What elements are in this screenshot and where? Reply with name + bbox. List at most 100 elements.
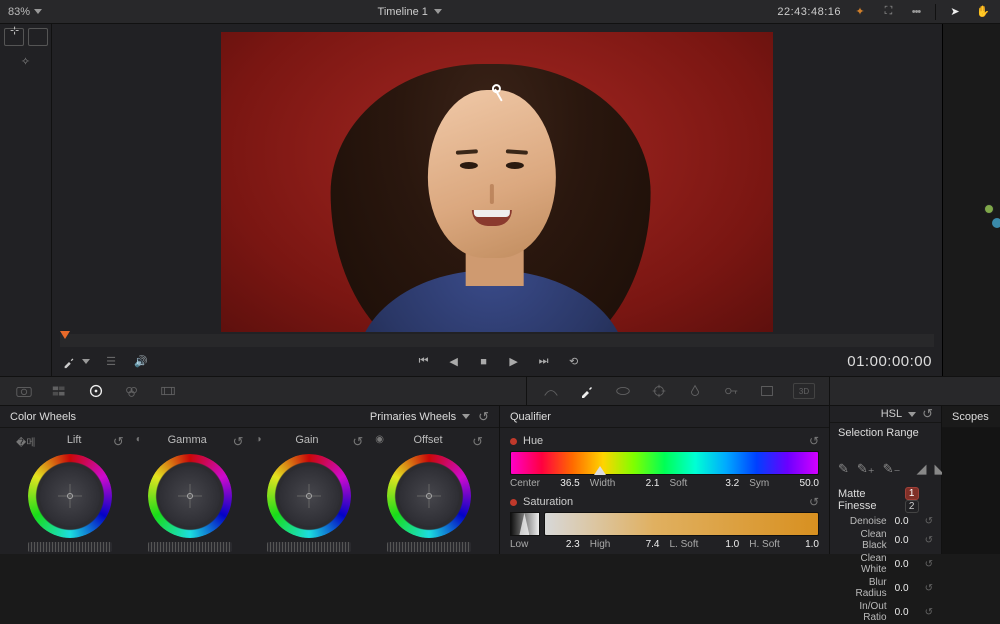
mf-inout-ratio[interactable]: In/Out Ratio0.0↺ (830, 600, 941, 624)
sat-low[interactable]: Low2.3 (510, 539, 580, 550)
scopes-panel: Scopes (942, 406, 1000, 554)
magic-wand-icon[interactable]: ✧ (17, 52, 35, 70)
timeline-title[interactable]: Timeline 1 (42, 6, 777, 18)
scrub-bar[interactable] (60, 334, 934, 347)
reset-icon[interactable]: ↺ (478, 409, 489, 425)
hue-center[interactable]: Center36.5 (510, 478, 580, 489)
gamma-jog[interactable] (148, 542, 232, 552)
enable-dot-icon[interactable] (510, 438, 517, 445)
mf-denoise[interactable]: Denoise0.0↺ (830, 515, 941, 528)
reset-icon[interactable]: ↺ (809, 434, 819, 448)
lift-wheel[interactable] (28, 454, 112, 538)
sizing-icon[interactable] (757, 383, 777, 399)
picker-sub-icon[interactable]: ✎₋ (883, 461, 901, 477)
mf-clean-white[interactable]: Clean White0.0↺ (830, 552, 941, 576)
adjust-icon[interactable]: ◑ (256, 434, 262, 450)
timecode-display[interactable]: 22:43:48:16 (777, 6, 841, 18)
picker-plus-icon[interactable]: ⊹ (10, 24, 19, 37)
layers-icon[interactable]: ☰ (102, 353, 120, 371)
loop-icon[interactable]: ⟲ (565, 353, 583, 371)
hue-sym[interactable]: Sym50.0 (749, 478, 819, 489)
saturation-thumb[interactable] (510, 512, 540, 536)
stereo-3d-icon[interactable]: 3D (793, 383, 815, 399)
key-icon[interactable] (721, 383, 741, 399)
sat-high[interactable]: High7.4 (590, 539, 660, 550)
play-icon[interactable]: ▶ (505, 353, 523, 371)
offset-jog[interactable] (387, 542, 471, 552)
rgb-mixer-icon[interactable] (122, 383, 142, 399)
window-icon[interactable] (613, 383, 633, 399)
last-frame-icon[interactable]: ⏭ (535, 353, 553, 371)
options-icon[interactable]: ••• (907, 3, 925, 21)
adjust-icon[interactable]: ◉ (375, 434, 384, 450)
panel-title: Qualifier (510, 411, 551, 423)
hue-bar[interactable] (510, 451, 819, 475)
panel-title: Color Wheels (10, 411, 76, 423)
chevron-down-icon[interactable] (462, 414, 470, 419)
selection-range-title: Selection Range (830, 423, 941, 441)
zoom-control[interactable]: 83% (8, 6, 42, 18)
gain-wheel[interactable] (267, 454, 351, 538)
reset-icon[interactable]: ↺ (352, 434, 363, 450)
sat-lsoft[interactable]: L. Soft1.0 (670, 539, 740, 550)
qualifier-panel: Qualifier Hue↺ Center36.5 Width2.1 Soft3… (500, 406, 830, 554)
reset-icon[interactable]: ↺ (472, 434, 483, 450)
reset-icon[interactable]: ↺ (113, 434, 124, 450)
timecode[interactable]: 01:00:00:00 (847, 353, 932, 370)
saturation-bar[interactable] (544, 512, 819, 536)
gamma-wheel[interactable] (148, 454, 232, 538)
saturation-section: Saturation↺ Low2.3 High7.4 L. Soft1.0 H.… (510, 495, 819, 550)
reset-icon[interactable]: ↺ (233, 434, 244, 450)
curves-icon[interactable] (541, 383, 561, 399)
mf-clean-black[interactable]: Clean Black0.0↺ (830, 528, 941, 552)
gain-jog[interactable] (267, 542, 351, 552)
reset-icon[interactable]: ↺ (809, 495, 819, 509)
lift-jog[interactable] (28, 542, 112, 552)
hand-tool-icon[interactable]: ✋ (974, 3, 992, 21)
node-area[interactable] (942, 24, 1000, 376)
hue-marker-icon[interactable] (594, 466, 606, 475)
qualifier-mode[interactable]: HSL (881, 408, 902, 420)
wheel-offset: ◉Offset↺ (369, 434, 489, 554)
chevron-down-icon[interactable] (82, 359, 90, 364)
picker-icon[interactable]: ✎ (838, 461, 849, 477)
adjust-icon[interactable]: �메 (16, 434, 35, 450)
wheels-mode[interactable]: Primaries Wheels (370, 411, 456, 423)
top-bar: 83% Timeline 1 22:43:48:16 ✦ ⛶ ••• ➤ ✋ (0, 0, 1000, 24)
feather-add-icon[interactable]: ◢ (916, 461, 926, 477)
split-view-icon[interactable] (28, 28, 48, 46)
reset-icon: ↺ (925, 559, 933, 570)
chevron-down-icon[interactable] (908, 412, 916, 417)
adjust-icon[interactable]: ◐ (136, 434, 142, 450)
viewer[interactable] (52, 24, 942, 332)
prev-frame-icon[interactable]: ◀ (445, 353, 463, 371)
first-frame-icon[interactable]: ⏮ (415, 353, 433, 371)
hue-width[interactable]: Width2.1 (590, 478, 660, 489)
tracking-icon[interactable] (649, 383, 669, 399)
playhead-icon[interactable] (60, 331, 70, 339)
color-match-icon[interactable] (50, 383, 70, 399)
mute-icon[interactable]: 🔊 (132, 353, 150, 371)
sat-hsoft[interactable]: H. Soft1.0 (749, 539, 819, 550)
expand-icon[interactable]: ⛶ (879, 3, 897, 21)
offset-wheel[interactable] (387, 454, 471, 538)
blur-icon[interactable] (685, 383, 705, 399)
bypass-icon[interactable]: ✦ (851, 3, 869, 21)
matte-page-1[interactable]: 1 (905, 487, 919, 500)
node-dot-icon[interactable] (984, 204, 994, 214)
motion-effects-icon[interactable] (158, 383, 178, 399)
mf-blur-radius[interactable]: Blur Radius0.0↺ (830, 576, 941, 600)
matte-page-2[interactable]: 2 (905, 500, 919, 513)
enable-dot-icon[interactable] (510, 499, 517, 506)
qualifier-eyedropper-icon[interactable] (577, 383, 597, 399)
color-picker-icon[interactable] (62, 355, 76, 369)
picker-add-icon[interactable]: ✎₊ (857, 461, 875, 477)
color-wheels-icon[interactable] (86, 383, 106, 399)
node-dot-icon[interactable] (992, 218, 1000, 228)
pointer-tool-icon[interactable]: ➤ (946, 3, 964, 21)
hue-soft[interactable]: Soft3.2 (670, 478, 740, 489)
camera-raw-icon[interactable] (14, 383, 34, 399)
stop-icon[interactable]: ■ (475, 353, 493, 371)
reset-icon[interactable]: ↺ (922, 406, 933, 422)
qualifier-side-panel: HSL ↺ Selection Range ✎ ✎₊ ✎₋ ◢ ◣ ⟲ Matt… (830, 406, 942, 554)
